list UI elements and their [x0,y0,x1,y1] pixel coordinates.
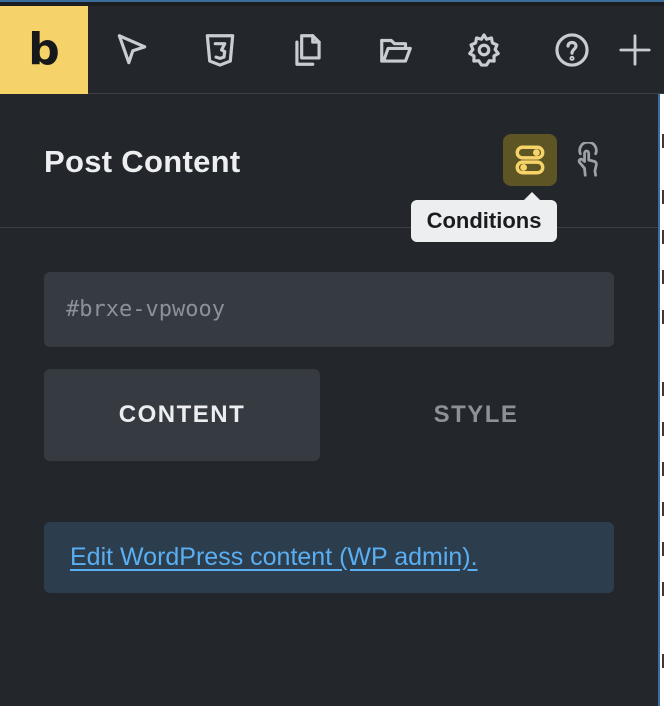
pages-icon [295,33,321,66]
tab-content[interactable]: CONTENT [44,369,320,461]
select-element-button[interactable] [88,6,176,94]
conditions-icon [515,145,545,175]
element-id-field[interactable]: #brxe-vpwooy [44,272,614,347]
css3-icon [205,33,235,67]
panel-title: Post Content [44,144,241,179]
bricks-logo[interactable]: b [0,5,88,94]
gear-icon [468,32,500,67]
builder-toolbar: b [0,5,664,94]
interactions-button[interactable] [566,136,610,184]
tap-hand-icon [577,142,598,177]
panel-tabs: CONTENT STYLE [44,369,614,461]
settings-button[interactable] [440,6,528,94]
help-icon [555,32,589,67]
tab-style[interactable]: STYLE [338,369,614,461]
cursor-icon [117,33,147,64]
pages-button[interactable] [264,6,352,94]
folder-open-icon [380,38,412,63]
edit-wp-content-link[interactable]: Edit WordPress content (WP admin). [70,543,478,572]
css-button[interactable] [176,6,264,94]
add-element-button[interactable] [616,6,652,94]
conditions-tooltip: Conditions [411,192,557,242]
conditions-button[interactable] [503,134,557,186]
info-notice: Edit WordPress content (WP admin). [44,522,614,593]
canvas-preview-edge [658,94,664,706]
templates-button[interactable] [352,6,440,94]
help-button[interactable] [528,6,616,94]
panel-header: Post Content Conditions [0,94,658,242]
plus-icon [619,33,651,66]
